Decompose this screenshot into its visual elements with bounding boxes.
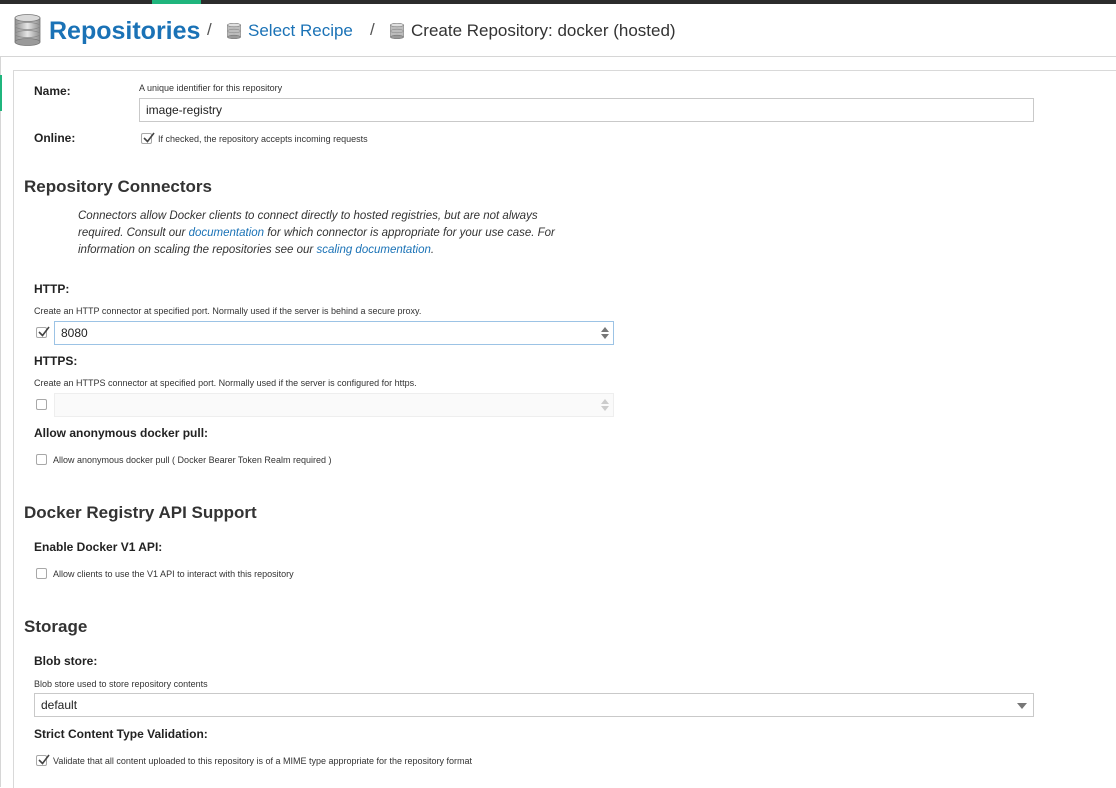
page-title[interactable]: Repositories	[49, 17, 200, 46]
blob-store-help: Blob store used to store repository cont…	[34, 679, 208, 689]
scaling-documentation-link[interactable]: scaling documentation	[316, 244, 430, 256]
spinner-arrows-icon[interactable]	[599, 321, 611, 345]
http-label: HTTP:	[34, 282, 70, 296]
anonymous-pull-checkbox[interactable]	[36, 454, 47, 465]
https-checkbox[interactable]	[36, 399, 47, 410]
anonymous-pull-label: Allow anonymous docker pull:	[34, 426, 209, 440]
database-icon	[14, 14, 41, 51]
breadcrumb-separator: /	[207, 20, 212, 39]
https-port-input[interactable]	[54, 393, 614, 417]
checkmark-icon	[38, 754, 50, 765]
docker-api-heading: Docker Registry API Support	[24, 503, 257, 522]
breadcrumb: Repositories / Select Recipe / Create Re…	[0, 4, 1116, 57]
documentation-link[interactable]: documentation	[189, 227, 264, 239]
docker-v1-label: Enable Docker V1 API:	[34, 540, 163, 554]
accent-bar	[0, 75, 2, 111]
blob-store-value: default	[41, 698, 78, 712]
name-label: Name:	[34, 84, 71, 98]
chevron-down-icon	[1017, 703, 1027, 709]
form-panel: Name: A unique identifier for this repos…	[13, 70, 1116, 788]
online-checkbox-label: If checked, the repository accepts incom…	[158, 134, 368, 144]
breadcrumb-current: Create Repository: docker (hosted)	[411, 21, 676, 40]
anonymous-pull-checkbox-label: Allow anonymous docker pull ( Docker Bea…	[53, 455, 332, 465]
strict-validation-label: Strict Content Type Validation:	[34, 727, 208, 741]
checkmark-icon	[143, 132, 155, 143]
spinner-arrows-icon	[599, 393, 611, 417]
http-checkbox[interactable]	[36, 326, 50, 338]
http-port-stepper[interactable]	[54, 321, 614, 345]
database-icon	[227, 22, 241, 44]
blob-store-label: Blob store:	[34, 654, 98, 668]
https-port-stepper[interactable]	[54, 393, 614, 417]
http-help: Create an HTTP connector at specified po…	[34, 306, 422, 316]
name-input[interactable]	[139, 98, 1034, 122]
left-rail	[0, 56, 1, 787]
blob-store-select[interactable]: default	[34, 693, 1034, 717]
breadcrumb-separator: /	[370, 20, 375, 39]
breadcrumb-select-recipe[interactable]: Select Recipe	[248, 21, 353, 41]
online-checkbox[interactable]	[141, 132, 155, 144]
checkmark-icon	[38, 326, 50, 337]
https-label: HTTPS:	[34, 354, 78, 368]
database-icon	[390, 22, 404, 44]
docker-v1-checkbox[interactable]	[36, 568, 47, 579]
docker-v1-checkbox-label: Allow clients to use the V1 API to inter…	[53, 569, 294, 579]
name-help: A unique identifier for this repository	[139, 83, 283, 93]
strict-validation-checkbox[interactable]	[36, 754, 50, 766]
https-help: Create an HTTPS connector at specified p…	[34, 378, 417, 388]
online-label: Online:	[34, 131, 76, 145]
http-port-input[interactable]	[54, 321, 614, 345]
connectors-intro: Connectors allow Docker clients to conne…	[78, 210, 555, 256]
connectors-heading: Repository Connectors	[24, 177, 212, 196]
storage-heading: Storage	[24, 617, 88, 636]
strict-validation-checkbox-label: Validate that all content uploaded to th…	[53, 756, 473, 766]
